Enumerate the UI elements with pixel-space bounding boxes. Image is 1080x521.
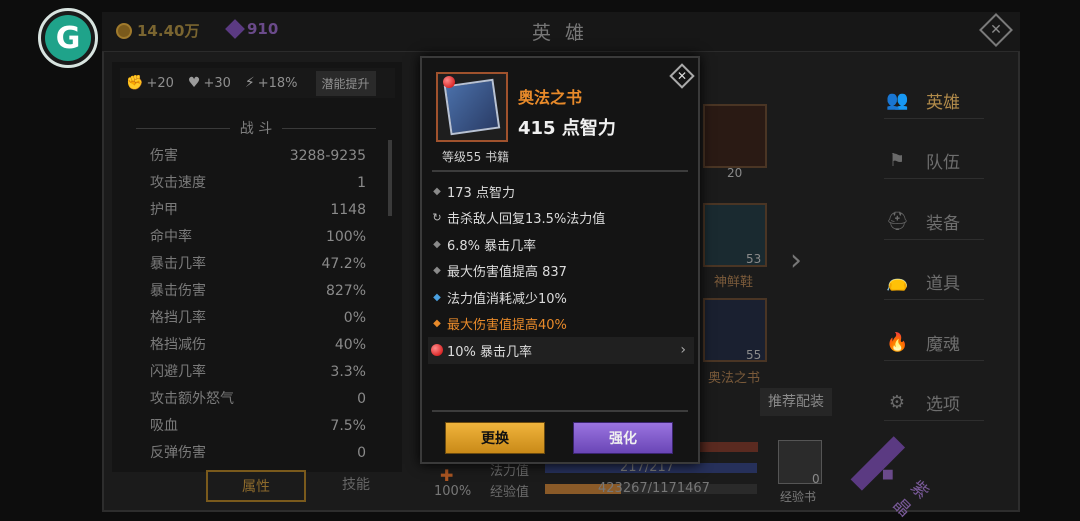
next-arrow-icon[interactable]: › — [790, 243, 802, 278]
amethyst-icon: ◆ — [876, 461, 901, 487]
close-icon: ✕ — [990, 22, 1002, 38]
attribute-row: ◆ 173 点智力 — [428, 178, 694, 205]
gem-counter: 910 — [225, 19, 279, 39]
replace-button[interactable]: 更换 — [445, 422, 545, 454]
item-main-stat: 415 点智力 — [518, 118, 616, 139]
potential-upgrade-button[interactable]: 潜能提升 — [315, 70, 376, 96]
app-logo[interactable]: G — [38, 8, 98, 68]
stat-row: 暴击伤害 827% — [150, 283, 366, 299]
orange-diamond-bullet-icon: ◆ — [433, 318, 441, 330]
boots-label: 神鲜鞋 — [714, 275, 754, 290]
stat-row: 命中率 100% — [150, 229, 366, 245]
combat-section-header: 战 斗 — [136, 118, 377, 138]
stat-row: 伤害 3288-9235 — [150, 148, 366, 164]
item-level-type: 等级55 书籍 — [442, 150, 510, 164]
section-title: 战 斗 — [239, 121, 273, 137]
chevron-right-icon: › — [680, 342, 686, 359]
item-name: 奥法之书 — [518, 88, 583, 107]
slot-count: 20 — [727, 166, 743, 180]
stat-row: 攻击额外怒气 0 — [150, 391, 366, 407]
exp-value: 423267/1171467 — [598, 481, 710, 496]
health-bar — [700, 442, 758, 452]
exp-book-count: 0 — [812, 472, 820, 486]
exp-label: 经验值 — [490, 485, 530, 500]
attribute-row: ◆ 最大伤害值提高40% — [428, 311, 694, 338]
panel-tabs: 属性 技能 — [206, 470, 406, 502]
attribute-row: ◆ 最大伤害值提高 837 — [428, 258, 694, 285]
menu-item-equipment[interactable]: ⛑ 装备 — [870, 191, 990, 252]
menu-item-items[interactable]: 👝 道具 — [870, 252, 990, 313]
diamond-bullet-icon: ◆ — [433, 238, 441, 250]
stat-row: 闪避几率 3.3% — [150, 364, 366, 380]
coin-icon — [116, 22, 132, 39]
attribute-row: ↻ 击杀敌人回复13.5%法力值 — [432, 211, 606, 228]
helmet-icon: ⛑ — [886, 210, 909, 232]
stat-row: 攻击速度 1 — [150, 175, 366, 191]
item-attributes: ◆ 173 点智力 ↻ 击杀敌人回复13.5%法力值 ◆ 6.8% 暴击几率 ◆ 最大伤… — [428, 178, 694, 364]
socket-attribute-row[interactable]: 10% 暴击几率 › — [428, 337, 694, 364]
exp-book-label: 经验书 — [780, 490, 817, 504]
gear-icon: ⚙ — [888, 392, 906, 414]
stat-row: 吸血 7.5% — [150, 418, 366, 434]
enhance-button[interactable]: 强化 — [573, 422, 673, 454]
cycle-bullet-icon: ↻ — [432, 211, 442, 225]
socket-gem-icon — [443, 76, 455, 88]
potion-icon: ✚ — [440, 466, 454, 485]
attribute-row: ◆ 法力值消耗减少10% — [428, 284, 694, 311]
bonus-bar: ✊ +20 ♥ +30 ⚡ +18% 潜能提升 — [120, 68, 395, 98]
bag-icon: 👝 — [886, 271, 909, 293]
book-count: 55 — [746, 348, 762, 362]
right-menu: 👥 英雄 ⚑ 队伍 ⛑ 装备 👝 道具 🔥 魔魂 ⚙ 选项 ◆ 紫晶 — [850, 70, 990, 521]
menu-item-souls[interactable]: 🔥 魔魂 — [870, 312, 990, 373]
attribute-row: ◆ 6.8% 暴击几率 — [428, 231, 694, 258]
heart-icon: ♥ — [187, 75, 201, 91]
menu-item-heroes[interactable]: 👥 英雄 — [870, 70, 990, 131]
heroes-icon: 👥 — [886, 89, 909, 111]
menu-item-options[interactable]: ⚙ 选项 — [870, 373, 990, 434]
book-label: 奥法之书 — [708, 371, 761, 386]
menu-item-team[interactable]: ⚑ 队伍 — [870, 131, 990, 192]
diamond-bullet-icon: ◆ — [433, 265, 441, 277]
gold-amount: 14.40万 — [137, 22, 200, 40]
popup-divider-top — [432, 170, 688, 172]
stat-row: 格挡减伤 40% — [150, 337, 366, 353]
lightning-icon: ⚡ — [244, 75, 255, 91]
gold-counter: 14.40万 — [116, 20, 199, 41]
stats-list: 伤害 3288-9235 攻击速度 1 护甲 1148 命中率 100% 暴击几率 47.… — [150, 146, 366, 470]
popup-close-button[interactable]: ✕ — [669, 63, 695, 89]
equipment-slot-top[interactable] — [703, 104, 767, 168]
flame-icon: 🔥 — [886, 331, 909, 353]
blue-diamond-bullet-icon: ◆ — [433, 291, 441, 303]
diamond-bullet-icon: ◆ — [433, 185, 441, 197]
attack-bonus: ✊ +20 — [126, 75, 174, 91]
flag-icon: ⚑ — [888, 150, 906, 172]
stat-row: 护甲 1148 — [150, 202, 366, 218]
health-bonus: ♥ +30 — [187, 75, 231, 91]
potion-percent: 100% — [434, 484, 472, 499]
power-bonus: ⚡ +18% — [244, 75, 298, 91]
fist-icon: ✊ — [126, 75, 144, 91]
page-title: 英 雄 — [531, 22, 589, 44]
gem-amount: 910 — [247, 20, 279, 38]
recommend-gear-button[interactable]: 推荐配装 — [760, 388, 832, 416]
stats-scrollbar[interactable] — [388, 140, 392, 216]
logo-g-icon: G — [45, 15, 91, 61]
boots-count: 53 — [746, 252, 762, 266]
tab-attributes[interactable]: 属性 — [206, 470, 306, 502]
ruby-icon — [431, 344, 443, 357]
book-icon — [443, 78, 501, 136]
tab-skills[interactable]: 技能 — [306, 470, 406, 502]
stat-row: 反弹伤害 0 — [150, 445, 366, 461]
close-window-button[interactable]: ✕ — [979, 13, 1013, 47]
gem-icon — [225, 19, 245, 39]
stat-row: 暴击几率 47.2% — [150, 256, 366, 272]
popup-divider-bottom — [432, 410, 688, 412]
stat-row: 格挡几率 0% — [150, 310, 366, 326]
close-icon: ✕ — [676, 69, 688, 83]
